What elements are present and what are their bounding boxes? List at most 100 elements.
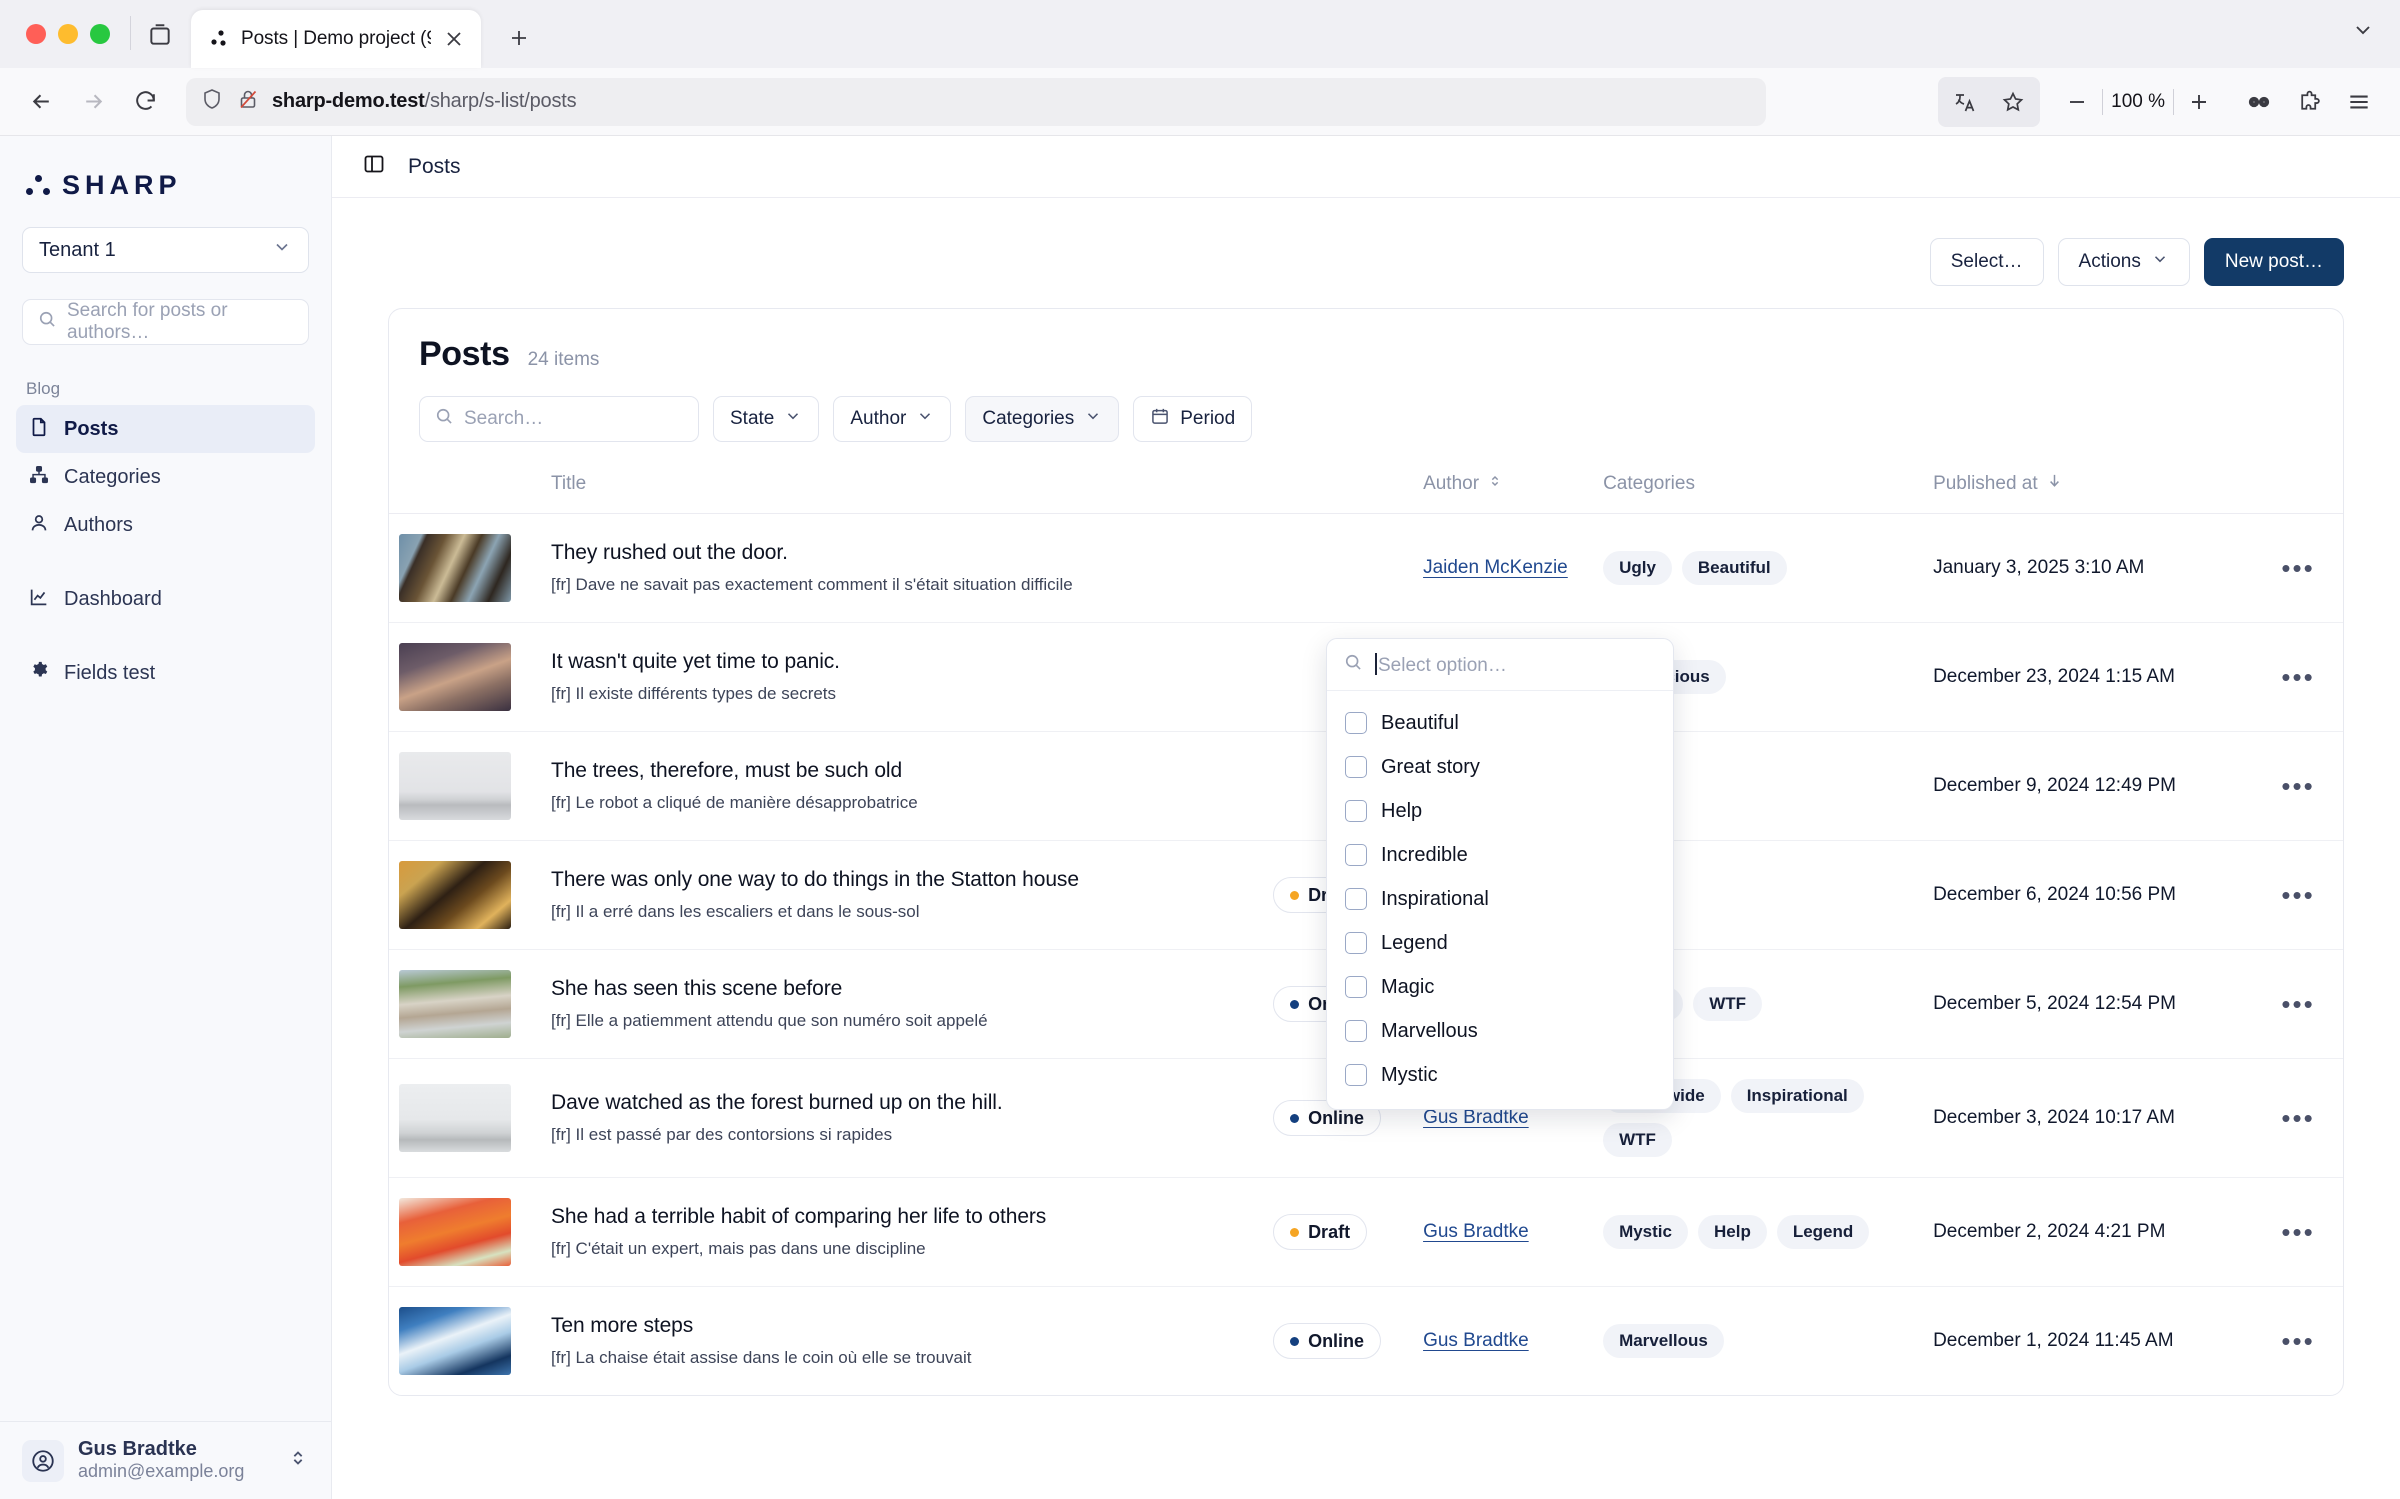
sidebar-search-input[interactable]: Search for posts or authors… [22,299,309,345]
shield-icon[interactable] [200,87,224,116]
dropdown-option-marvellous[interactable]: Marvellous [1327,1009,1673,1053]
sidebar-item-fields-test[interactable]: Fields test [16,649,315,697]
hamburger-menu-icon[interactable] [2336,79,2382,125]
filter-period-button[interactable]: Period [1133,396,1253,442]
lock-crossed-icon[interactable] [236,87,260,116]
search-icon [1343,652,1363,677]
zoom-in-button[interactable] [2176,79,2222,125]
filter-categories-button[interactable]: Categories [965,396,1120,442]
categories-dropdown-panel[interactable]: Select option… Beautiful Great story Hel… [1326,638,1674,1110]
checkbox[interactable] [1345,712,1367,734]
sidebar-item-authors[interactable]: Authors [16,501,315,549]
table-row[interactable]: Ten more steps [fr] La chaise était assi… [389,1287,2343,1396]
row-menu-button[interactable]: ••• [2253,1287,2343,1396]
row-menu-button[interactable]: ••• [2253,622,2344,732]
row-menu-button[interactable]: ••• [2253,1058,2344,1178]
forward-arrow-icon[interactable] [70,79,116,125]
dropdown-option-great-story[interactable]: Great story [1327,745,1673,789]
row-menu-button[interactable]: ••• [2253,513,2344,623]
dropdown-option-legend[interactable]: Legend [1327,921,1673,965]
actions-button[interactable]: Actions [2057,238,2190,286]
back-arrow-icon[interactable] [18,79,64,125]
dropdown-option-list: Beautiful Great story Help Incredible In… [1327,691,1673,1109]
table-row[interactable]: They rushed out the door. [fr] Dave ne s… [389,513,2344,623]
dropdown-option-inspirational[interactable]: Inspirational [1327,877,1673,921]
checkbox[interactable] [1345,1064,1367,1086]
category-badge: Mystic [1603,1215,1688,1249]
checkbox[interactable] [1345,976,1367,998]
checkbox[interactable] [1345,800,1367,822]
table-row[interactable]: She had a terrible habit of comparing he… [389,1177,2344,1287]
column-author[interactable]: Author [1413,466,1594,514]
sidebar-item-dashboard[interactable]: Dashboard [16,575,315,623]
column-published-at[interactable]: Published at [1923,466,2254,514]
dropdown-option-beautiful[interactable]: Beautiful [1327,701,1673,745]
tab-list-icon[interactable] [137,12,183,58]
page-topbar: Posts [332,136,2400,198]
tenant-selector[interactable]: Tenant 1 [22,227,309,273]
row-menu-button[interactable]: ••• [2253,840,2344,950]
post-subtitle: [fr] Le robot a cliqué de manière désapp… [551,793,918,812]
dropdown-option-help[interactable]: Help [1327,789,1673,833]
checkbox[interactable] [1345,932,1367,954]
close-window-button[interactable] [26,24,46,44]
status-badge-label: Online [1308,1107,1365,1128]
row-menu-button[interactable]: ••• [2253,949,2344,1059]
sidebar-toggle-icon[interactable] [362,152,386,181]
cell-title: Ten more steps [fr] La chaise était assi… [541,1287,1263,1396]
checkbox[interactable] [1345,1020,1367,1042]
row-menu-button[interactable]: ••• [2253,1177,2344,1287]
list-search-input[interactable]: Search… [419,396,699,442]
cell-state: Draft [1263,1177,1414,1287]
cell-thumbnail [389,622,541,732]
sidebar-item-posts[interactable]: Posts [16,405,315,453]
translate-icon[interactable] [1942,79,1988,125]
author-link[interactable]: Gus Bradtke [1423,1107,1529,1128]
text-cursor [1375,652,1377,675]
sidebar-item-categories[interactable]: Categories [16,453,315,501]
page-title: Posts [408,154,461,178]
star-icon[interactable] [1990,79,2036,125]
dropdown-search-input[interactable]: Select option… [1327,639,1673,691]
row-menu-button[interactable]: ••• [2253,731,2344,841]
filter-author-button[interactable]: Author [833,396,952,442]
author-link[interactable]: Gus Bradtke [1423,1221,1529,1242]
new-post-button[interactable]: New post… [2203,238,2345,286]
dropdown-option-magic[interactable]: Magic [1327,965,1673,1009]
minimize-window-button[interactable] [58,24,78,44]
author-link[interactable]: Gus Bradtke [1423,1330,1529,1351]
select-button[interactable]: Select… [1929,238,2044,286]
post-title: They rushed out the door. [551,541,788,564]
dropdown-option-label: Mystic [1381,1063,1438,1086]
puzzle-icon[interactable] [2286,79,2332,125]
browser-tab[interactable]: Posts | Demo project (9.0.0-alph [191,10,481,68]
filter-state-button[interactable]: State [713,396,820,442]
maximize-window-button[interactable] [90,24,110,44]
new-tab-button[interactable] [497,16,541,60]
search-icon [434,406,454,432]
chevron-down-icon[interactable] [2340,7,2386,53]
checkbox[interactable] [1345,888,1367,910]
category-badges: Marvellous [1603,1324,1913,1358]
table-header-row: Title Author Categories Published at [389,466,2344,514]
close-icon[interactable] [441,26,467,52]
dropdown-option-incredible[interactable]: Incredible [1327,833,1673,877]
zoom-out-button[interactable] [2054,79,2100,125]
category-badge: Help [1697,1215,1767,1249]
address-bar[interactable]: sharp-demo.test/sharp/s-list/posts [186,77,1766,126]
sidebar-item-label: Posts [64,417,119,440]
sidebar-user-menu[interactable]: Gus Bradtke admin@example.org [0,1421,331,1499]
category-badge: Beautiful [1681,551,1787,585]
checkbox[interactable] [1345,756,1367,778]
dropdown-option-mystic[interactable]: Mystic [1327,1053,1673,1097]
masked-glasses-icon[interactable] [2236,79,2282,125]
author-link[interactable]: Jaiden McKenzie [1423,557,1568,578]
user-info: Gus Bradtke admin@example.org [78,1438,244,1483]
app-logo[interactable]: SHARP [0,136,331,227]
post-title: She had a terrible habit of comparing he… [551,1205,1047,1228]
category-badge: Legend [1776,1215,1870,1249]
post-thumbnail [399,970,511,1038]
reload-icon[interactable] [122,79,168,125]
post-subtitle: [fr] Elle a patiemment attendu que son n… [551,1011,988,1030]
checkbox[interactable] [1345,844,1367,866]
